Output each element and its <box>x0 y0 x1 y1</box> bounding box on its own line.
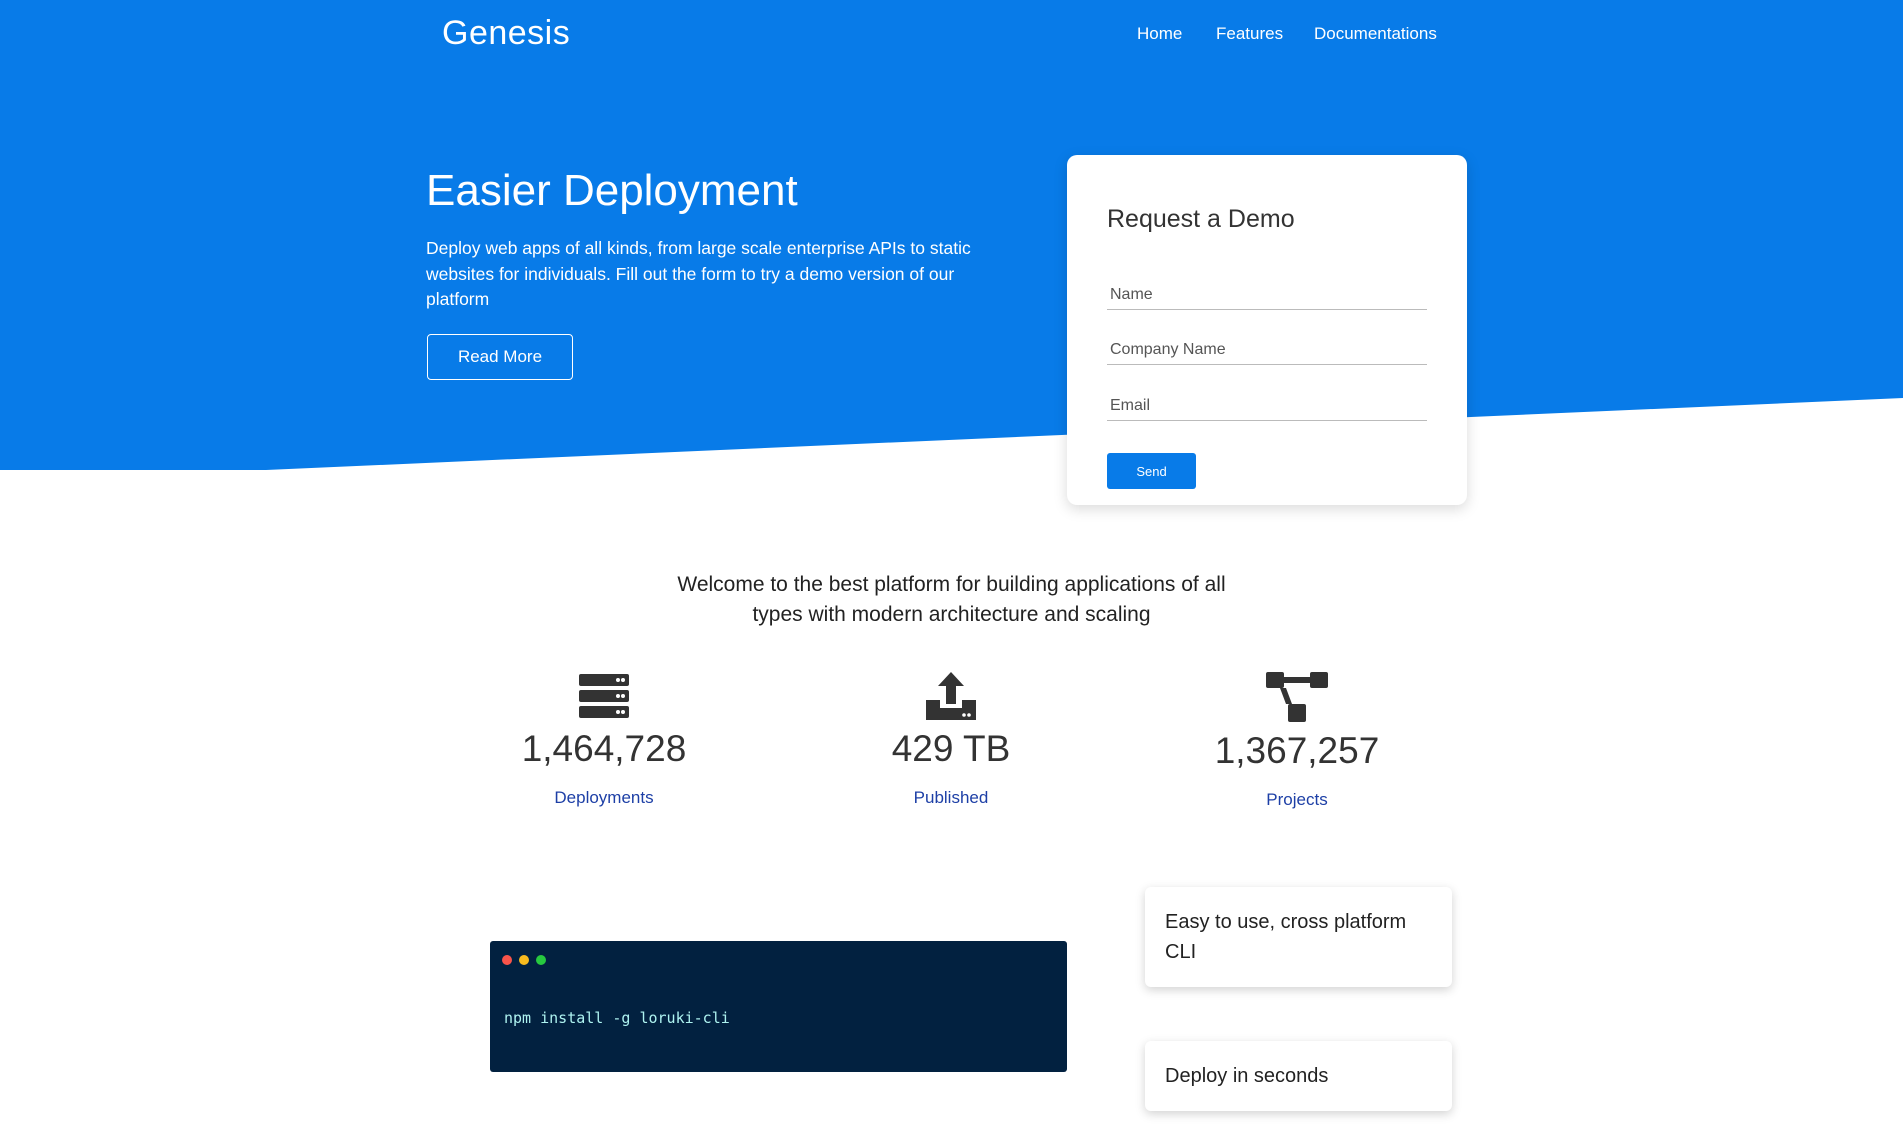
stat-published: 429 TB Published <box>801 672 1101 808</box>
nav-features[interactable]: Features <box>1216 24 1283 44</box>
name-input[interactable] <box>1107 280 1427 310</box>
stat-label: Deployments <box>554 788 654 807</box>
form-title: Request a Demo <box>1107 205 1295 233</box>
welcome-text: Welcome to the best platform for buildin… <box>0 570 1903 630</box>
maximize-dot-icon <box>536 955 546 965</box>
read-more-button[interactable]: Read More <box>427 334 573 380</box>
welcome-text-content: Welcome to the best platform for buildin… <box>677 573 1226 626</box>
feature-card: Deploy in seconds <box>1145 1041 1452 1111</box>
upload-icon <box>926 672 976 720</box>
feature-card: Easy to use, cross platform CLI <box>1145 887 1452 987</box>
stat-label: Published <box>913 788 989 807</box>
close-dot-icon <box>502 955 512 965</box>
stat-value: 1,367,257 <box>1214 730 1380 771</box>
hero-title: Easier Deployment <box>426 166 798 215</box>
company-name-input[interactable] <box>1107 335 1427 365</box>
hero-description: Deploy web apps of all kinds, from large… <box>426 238 971 309</box>
terminal-command: npm install -g loruki-cli <box>504 1009 730 1027</box>
stat-deployments: 1,464,728 Deployments <box>454 672 754 808</box>
logo[interactable]: Genesis <box>442 14 570 53</box>
server-icon <box>579 674 629 718</box>
send-button[interactable]: Send <box>1107 453 1196 489</box>
stat-value: 429 TB <box>891 728 1011 769</box>
stat-value: 1,464,728 <box>521 728 687 769</box>
project-diagram-icon <box>1266 672 1328 722</box>
stat-projects: 1,367,257 Projects <box>1147 672 1447 810</box>
stat-label: Projects <box>1266 790 1328 809</box>
terminal-window: npm install -g loruki-cli <box>490 941 1067 1072</box>
hero-background <box>0 0 1903 470</box>
nav-home[interactable]: Home <box>1137 24 1182 44</box>
minimize-dot-icon <box>519 955 529 965</box>
email-input[interactable] <box>1107 391 1427 421</box>
nav-documentations[interactable]: Documentations <box>1314 24 1437 44</box>
request-demo-form: Request a Demo Send <box>1067 155 1467 505</box>
